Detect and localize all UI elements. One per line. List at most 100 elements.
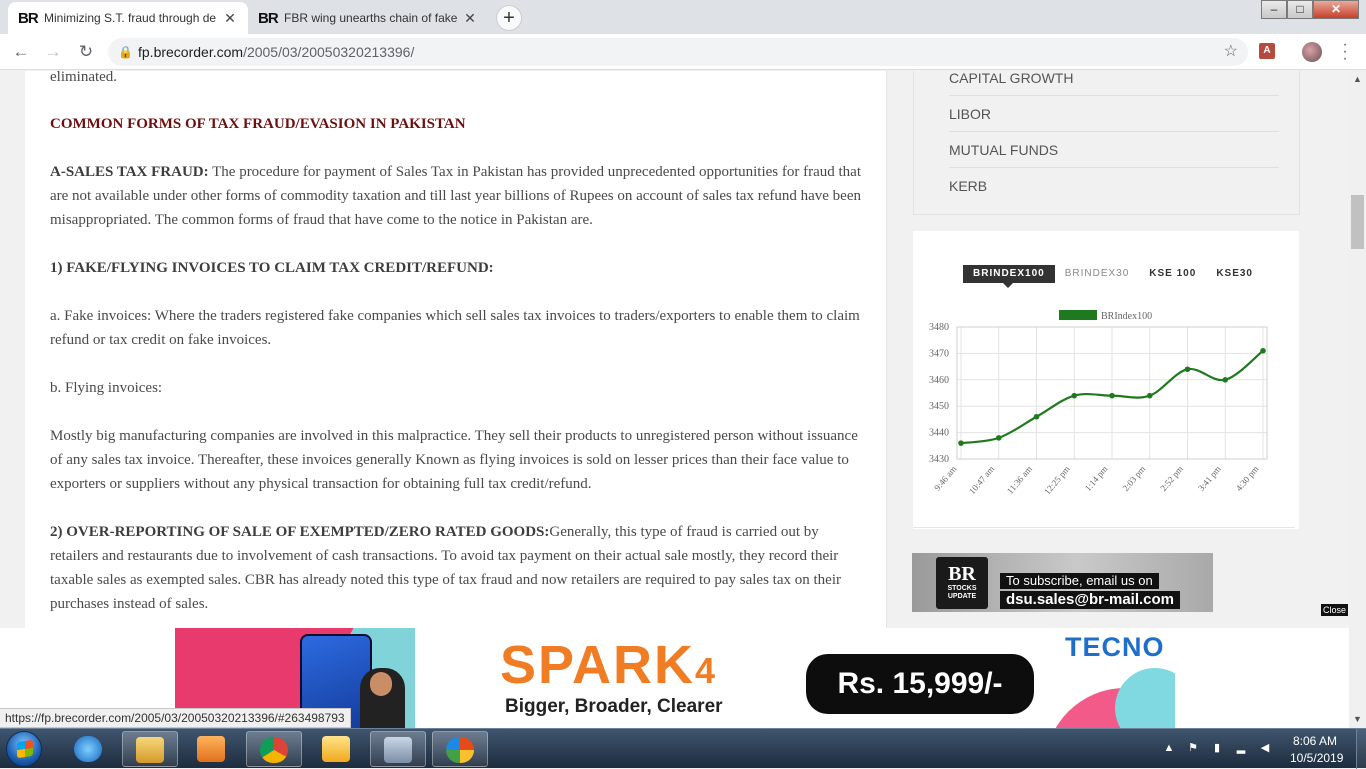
ad-price: Rs. 15,999/-: [806, 654, 1034, 714]
file-explorer-icon[interactable]: [122, 731, 178, 767]
star-icon[interactable]: ☆: [1224, 38, 1238, 66]
outlook-icon[interactable]: [308, 731, 364, 767]
pdf-extension-icon[interactable]: A: [1259, 43, 1275, 59]
person-head-image: [370, 672, 392, 696]
maximize-button[interactable]: □: [1287, 0, 1313, 19]
scroll-down-arrow-icon[interactable]: ▼: [1349, 711, 1366, 728]
tray-expand-icon[interactable]: ▲: [1162, 741, 1176, 755]
x-tick-label: 2:52 pm: [1158, 464, 1185, 493]
y-tick-label: 3430: [929, 454, 949, 465]
window-close-button[interactable]: ✕: [1313, 0, 1359, 19]
scroll-up-arrow-icon[interactable]: ▲: [1349, 71, 1366, 88]
status-bar-url: https://fp.brecorder.com/2005/03/2005032…: [0, 708, 351, 728]
paragraph-lead: 2) OVER-REPORTING OF SALE OF EXEMPTED/ZE…: [50, 524, 550, 540]
y-tick-label: 3470: [929, 348, 949, 359]
x-tick-label: 10:47 am: [967, 464, 996, 496]
active-tab-pointer: [1003, 283, 1013, 288]
subsection-heading-text: 1) FAKE/FLYING INVOICES TO CLAIM TAX CRE…: [50, 260, 494, 276]
windows-taskbar: ▲ ⚑ ▮ ▂ ◀ 8:06 AM 10/5/2019: [0, 728, 1366, 769]
x-tick-label: 9:46 am: [932, 464, 958, 493]
market-link-libor[interactable]: LIBOR: [949, 96, 1279, 132]
br-stocks-update-logo: BR STOCKS UPDATE: [936, 557, 988, 609]
scroll-thumb[interactable]: [1351, 195, 1364, 249]
reload-icon[interactable]: ↻: [74, 40, 98, 64]
data-point: [1184, 366, 1191, 373]
y-tick-label: 3480: [929, 322, 949, 333]
minimize-button[interactable]: –: [1261, 0, 1287, 19]
network-signal-icon[interactable]: ▂: [1234, 741, 1248, 755]
article-paragraph: a. Fake invoices: Where the traders regi…: [50, 308, 860, 348]
x-tick-label: 11:36 am: [1005, 464, 1034, 496]
br-favicon-icon: BR: [258, 9, 279, 27]
chart-tab-kse30[interactable]: KSE30: [1206, 265, 1263, 283]
tab-close-icon[interactable]: ✕: [222, 10, 238, 27]
br-favicon-icon: BR: [18, 9, 39, 27]
market-link-mutual-funds[interactable]: MUTUAL FUNDS: [949, 132, 1279, 168]
article-body: eliminated. COMMON FORMS OF TAX FRAUD/EV…: [25, 71, 887, 628]
back-icon[interactable]: ←: [9, 40, 33, 64]
data-point: [1109, 392, 1115, 399]
ad-brand-logo: TECNO: [1065, 632, 1165, 662]
show-desktop-button[interactable]: [1356, 729, 1366, 769]
media-player-icon[interactable]: [183, 731, 239, 767]
vertical-scrollbar[interactable]: ▲ ▼: [1349, 71, 1366, 728]
chart-tab-brindex30[interactable]: BRINDEX30: [1055, 265, 1140, 283]
address-bar: ← → ↻ 🔒 fp.brecorder.com/2005/03/2005032…: [0, 34, 1366, 70]
y-tick-label: 3450: [929, 401, 949, 412]
ad-tagline: Bigger, Broader, Clearer: [505, 696, 723, 717]
start-button[interactable]: [6, 731, 42, 767]
chart-tab-brindex100[interactable]: BRINDEX100: [963, 265, 1055, 283]
internet-explorer-icon[interactable]: [60, 731, 116, 767]
menu-icon[interactable]: · · ·: [1338, 37, 1352, 67]
chrome-icon[interactable]: [246, 731, 302, 767]
chart-tabs: BRINDEX100 BRINDEX30 KSE 100 KSE30: [963, 265, 1263, 285]
x-tick-label: 1:14 pm: [1083, 464, 1110, 493]
tab-title: FBR wing unearths chain of fake: [284, 11, 458, 25]
avatar[interactable]: [1302, 42, 1322, 62]
article-paragraph: b. Flying invoices:: [50, 380, 163, 396]
subscribe-email[interactable]: dsu.sales@br-mail.com: [1000, 591, 1181, 609]
y-tick-label: 3440: [929, 428, 949, 439]
article-paragraph: eliminated.: [50, 71, 118, 85]
url-host: fp.brecorder.com: [138, 44, 244, 60]
clock-date[interactable]: 10/5/2019: [1290, 751, 1343, 765]
paragraph-lead: A-SALES TAX FRAUD:: [50, 164, 209, 180]
clock-time[interactable]: 8:06 AM: [1293, 734, 1337, 748]
new-tab-button[interactable]: +: [496, 5, 522, 31]
ad-title: SPARK4: [500, 635, 718, 695]
article-paragraph: Mostly big manufacturing companies are i…: [50, 428, 858, 492]
legend-label: BRIndex100: [1101, 311, 1152, 322]
tab-close-icon[interactable]: ✕: [462, 10, 478, 27]
battery-icon[interactable]: ▮: [1210, 741, 1224, 755]
x-tick-label: 3:41 pm: [1196, 464, 1223, 493]
line-chart: 3430 3440 3450 3460 3470 3480 9:46 am 10:47 am 1…: [929, 310, 1268, 497]
y-tick-label: 3460: [929, 375, 949, 386]
article-paragraph: 2) OVER-REPORTING OF SALE OF EXEMPTED/ZE…: [50, 520, 866, 616]
data-point: [1260, 347, 1266, 354]
forward-icon[interactable]: →: [41, 40, 65, 64]
url-path: /2005/03/20050320213396/: [243, 44, 415, 60]
ad-close-button[interactable]: Close: [1321, 604, 1348, 616]
subsection-heading: 1) FAKE/FLYING INVOICES TO CLAIM TAX CRE…: [50, 256, 866, 280]
subscribe-banner[interactable]: BR STOCKS UPDATE To subscribe, email us …: [912, 553, 1213, 612]
tab-title: Minimizing S.T. fraud through de: [44, 11, 217, 25]
section-heading: COMMON FORMS OF TAX FRAUD/EVASION IN PAK…: [50, 116, 466, 132]
data-point: [958, 440, 964, 446]
data-point: [995, 435, 1002, 441]
tab-active[interactable]: BR Minimizing S.T. fraud through de ✕: [8, 2, 248, 34]
data-point: [1146, 392, 1153, 399]
market-link-kerb[interactable]: KERB: [949, 168, 1279, 204]
tab-inactive[interactable]: BR FBR wing unearths chain of fake ✕: [248, 2, 488, 34]
chart-tab-kse100[interactable]: KSE 100: [1139, 265, 1206, 283]
data-point: [1033, 413, 1040, 420]
action-center-icon[interactable]: ⚑: [1186, 741, 1200, 755]
legend-swatch: [1059, 310, 1097, 320]
browser-titlebar: BR Minimizing S.T. fraud through de ✕ BR…: [0, 0, 1366, 34]
url-input[interactable]: 🔒 fp.brecorder.com/2005/03/2005032021339…: [108, 38, 1248, 66]
paint-icon[interactable]: [432, 731, 488, 767]
calculator-icon[interactable]: [370, 731, 426, 767]
subscribe-text: To subscribe, email us on: [1000, 573, 1159, 589]
market-link-capital-growth[interactable]: CAPITAL GROWTH: [949, 71, 1279, 96]
volume-icon[interactable]: ◀: [1258, 741, 1272, 755]
page-viewport: eliminated. COMMON FORMS OF TAX FRAUD/EV…: [0, 71, 1349, 628]
